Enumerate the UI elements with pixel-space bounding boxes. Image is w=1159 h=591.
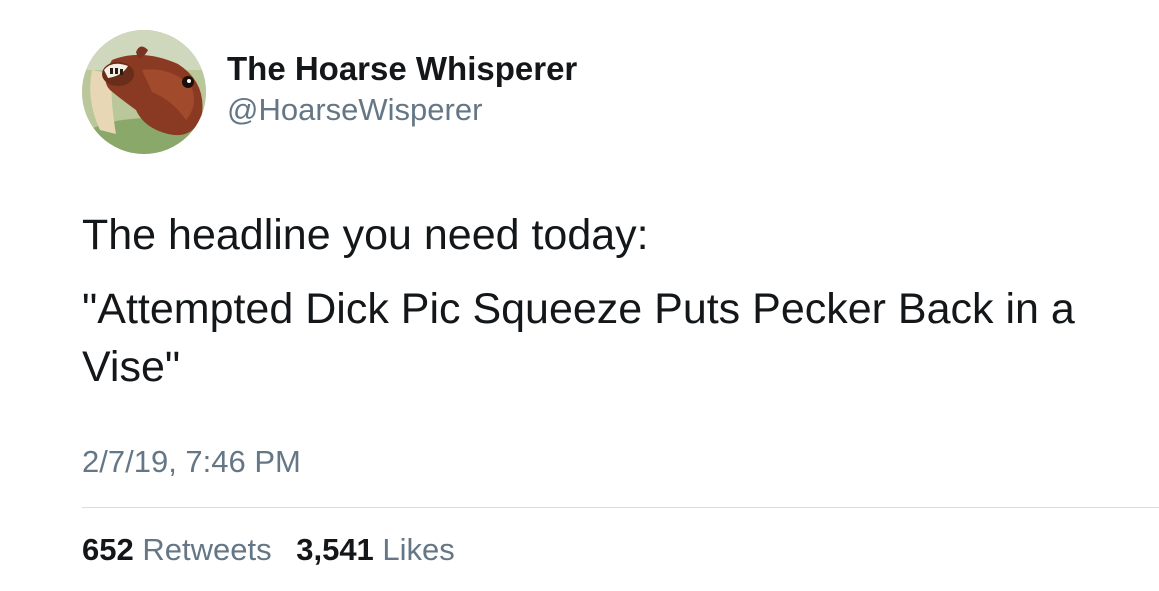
tweet-timestamp[interactable]: 2/7/19, 7:46 PM	[82, 444, 301, 480]
tweet-stats: 652 Retweets 3,541 Likes	[82, 532, 471, 568]
retweets-stat[interactable]: 652 Retweets	[82, 532, 272, 568]
tweet-text-line: The headline you need today:	[82, 211, 649, 259]
tweet-card: The Hoarse Whisperer @HoarseWisperer The…	[0, 0, 1159, 591]
likes-label: Likes	[382, 532, 455, 567]
horse-avatar-icon	[82, 30, 206, 154]
divider	[82, 507, 1159, 508]
likes-stat[interactable]: 3,541 Likes	[296, 532, 455, 568]
likes-count: 3,541	[296, 532, 374, 567]
tweet-headline-quote: "Attempted Dick Pic Squeeze Puts Pecker …	[82, 285, 1075, 391]
retweets-label: Retweets	[142, 532, 272, 567]
author-handle[interactable]: @HoarseWisperer	[227, 92, 482, 128]
author-display-name[interactable]: The Hoarse Whisperer	[227, 50, 577, 88]
retweets-count: 652	[82, 532, 134, 567]
tweet-text: The headline you need today: "Attempted …	[82, 206, 1142, 396]
avatar[interactable]	[82, 30, 206, 154]
